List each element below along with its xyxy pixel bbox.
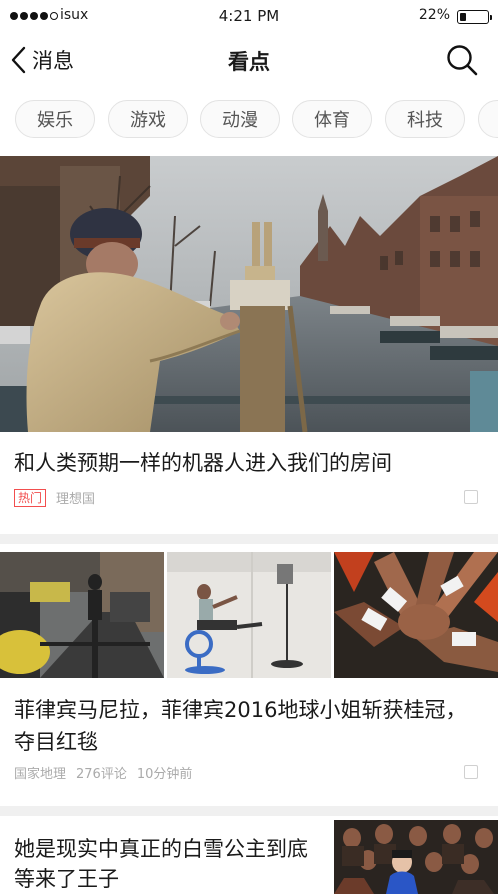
tab-anime[interactable]: 动漫 [200,100,280,138]
card1-hero-image[interactable] [0,156,498,432]
card1-source: 理想国 [56,492,96,507]
page-title: 看点 [228,50,270,74]
card3-thumbnail[interactable] [334,820,498,894]
search-icon [447,45,478,76]
navigation-bar: 消息 看点 [0,32,498,88]
card3-title[interactable]: 她是现实中真正的白雪公主到底等来了王子 [14,834,324,894]
status-bar: isux 4:21 PM 22% [0,0,498,32]
chevron-left-icon [11,46,26,74]
card2-title[interactable]: 菲律宾马尼拉，菲律宾2016地球小姐斩获桂冠，夺目红毯 [14,694,484,758]
cyclist-studio-photo [167,552,331,678]
back-label: 消息 [32,49,74,73]
hot-tag: 热门 [14,488,47,507]
tab-sports[interactable]: 体育 [292,100,372,138]
category-tabs: 娱乐 游戏 动漫 体育 科技 [0,100,498,140]
dismiss-icon[interactable] [464,490,478,504]
tab-games[interactable]: 游戏 [108,100,188,138]
battery-percent: 22% [418,7,450,23]
painter-canal-photo [0,156,498,432]
card1-meta: 热门 理想国 [14,488,95,507]
tab-tech[interactable]: 科技 [385,100,465,138]
back-button[interactable]: 消息 [8,40,74,80]
card2-meta: 国家地理 276评论 10分钟前 [14,763,192,782]
divider [0,806,498,816]
battery-icon [457,10,492,24]
tab-entertainment[interactable]: 娱乐 [15,100,95,138]
card1-title[interactable]: 和人类预期一样的机器人进入我们的房间 [14,448,392,478]
tab-more[interactable] [478,100,498,138]
card2-time: 10分钟前 [136,767,193,782]
team-hands-photo [334,552,498,678]
card2-comments: 276评论 [76,767,127,782]
card2-thumbnails[interactable] [0,552,498,678]
battery-level [460,13,466,21]
cyclist-street-photo [0,552,164,678]
card2-source: 国家地理 [14,767,67,782]
divider [0,534,498,544]
dismiss-icon[interactable] [464,765,478,779]
group-portrait-photo [334,820,498,894]
search-button[interactable] [444,42,480,78]
